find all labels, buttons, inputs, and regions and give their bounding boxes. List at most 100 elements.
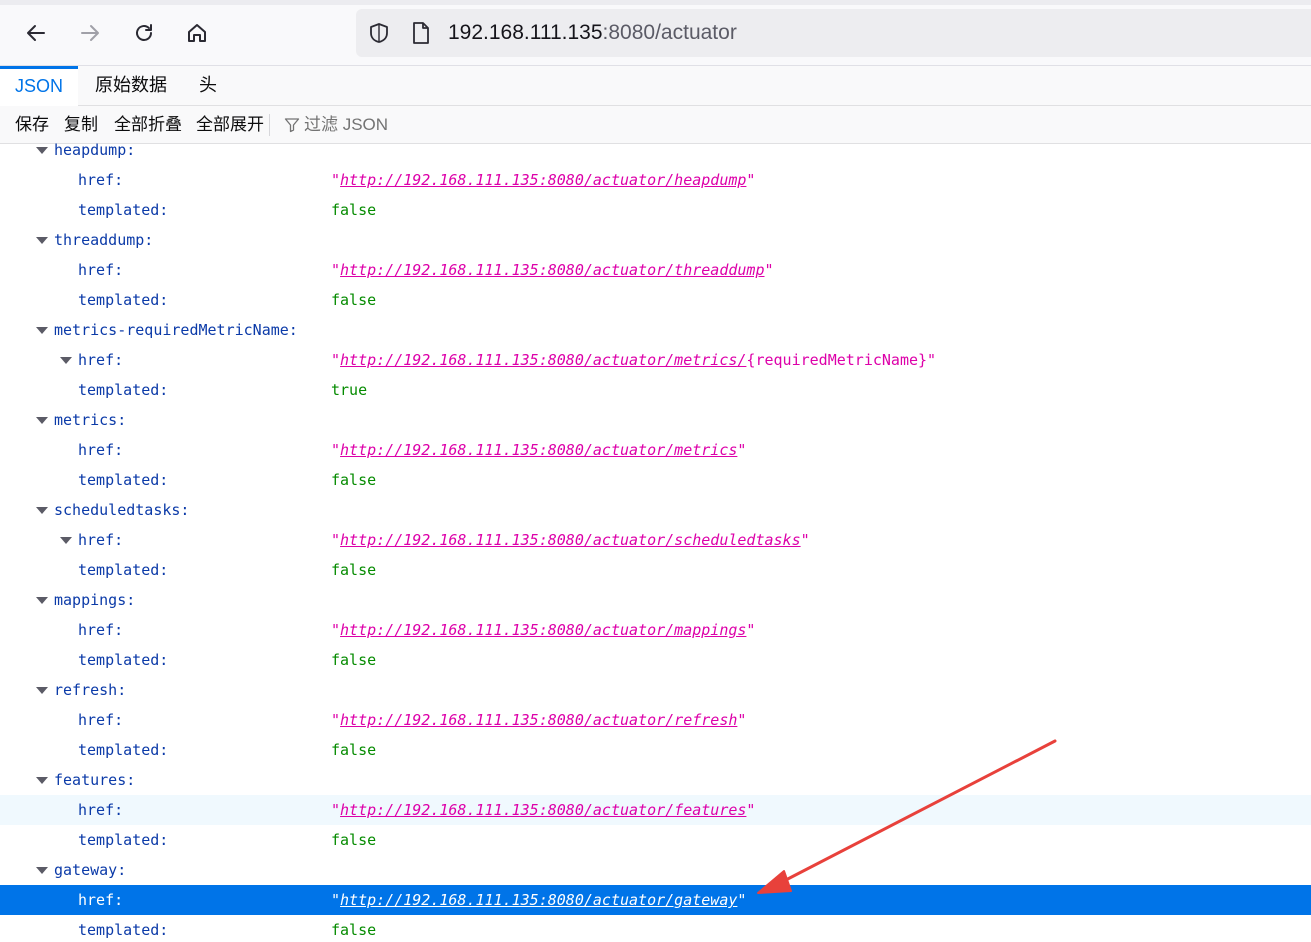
tree-row[interactable]: href: "http://192.168.111.135:8080/actuat… (0, 255, 1311, 285)
tree-key: href: (78, 171, 124, 189)
tree-key: templated: (78, 831, 169, 849)
string-tail: " (737, 711, 747, 729)
url-link[interactable]: http://192.168.111.135:8080/actuator/hea… (340, 171, 746, 189)
expand-toggle-icon[interactable] (33, 495, 49, 525)
tree-key: features: (54, 771, 136, 789)
tree-row[interactable]: href: "http://192.168.111.135:8080/actuat… (0, 795, 1311, 825)
tree-key: templated: (78, 471, 169, 489)
tree-row[interactable]: href: "http://192.168.111.135:8080/actuat… (0, 435, 1311, 465)
back-arrow-icon (27, 25, 45, 41)
shield-icon[interactable] (367, 21, 391, 45)
tree-row[interactable]: href: "http://192.168.111.135:8080/actuat… (0, 615, 1311, 645)
tree-node[interactable]: refresh: (0, 675, 1311, 705)
tree-key: templated: (78, 651, 169, 669)
url-link[interactable]: http://192.168.111.135:8080/actuator/gat… (340, 891, 737, 909)
quote-mark: " (331, 261, 341, 279)
expand-toggle-icon[interactable] (33, 855, 49, 885)
forward-arrow-icon (81, 25, 99, 41)
expand-toggle-icon[interactable] (33, 405, 49, 435)
tree-node[interactable]: threaddump: (0, 225, 1311, 255)
tree-row[interactable]: templated: false (0, 915, 1311, 942)
string-value: "http://192.168.111.135:8080/actuator/th… (331, 255, 774, 285)
back-button[interactable] (20, 17, 52, 49)
tree-node[interactable]: gateway: (0, 855, 1311, 885)
string-value: "http://192.168.111.135:8080/actuator/ma… (331, 615, 755, 645)
tree-key: templated: (78, 921, 169, 939)
boolean-value: false (331, 561, 377, 579)
url-path: :8080/actuator (602, 21, 737, 44)
expand-toggle-icon[interactable] (33, 675, 49, 705)
tree-key: templated: (78, 201, 169, 219)
tree-key: metrics: (54, 411, 127, 429)
tree-key: href: (78, 801, 124, 819)
quote-mark: " (331, 171, 341, 189)
expand-toggle-icon[interactable] (33, 765, 49, 795)
url-link[interactable]: http://192.168.111.135:8080/actuator/map… (340, 621, 746, 639)
tree-node[interactable]: mappings: (0, 585, 1311, 615)
expand-toggle-icon[interactable] (57, 525, 73, 555)
tree-node[interactable]: metrics: (0, 405, 1311, 435)
boolean-value: true (331, 381, 368, 399)
string-value: "http://192.168.111.135:8080/actuator/me… (331, 345, 936, 375)
tree-key: refresh: (54, 681, 127, 699)
expand-toggle-icon[interactable] (33, 585, 49, 615)
tree-row[interactable]: href: "http://192.168.111.135:8080/actuat… (0, 885, 1311, 915)
expand-toggle-icon[interactable] (33, 225, 49, 255)
reload-button[interactable] (128, 17, 160, 49)
url-link[interactable]: http://192.168.111.135:8080/actuator/met… (340, 441, 737, 459)
tree-node[interactable]: metrics-requiredMetricName: (0, 315, 1311, 345)
tree-key: metrics-requiredMetricName: (54, 321, 298, 339)
boolean-value: false (331, 921, 377, 939)
tree-node[interactable]: scheduledtasks: (0, 495, 1311, 525)
tree-row[interactable]: href: "http://192.168.111.135:8080/actuat… (0, 345, 1311, 375)
string-tail: " (746, 801, 756, 819)
tab-raw-data[interactable]: 原始数据 (80, 66, 182, 106)
tree-node[interactable]: heapdump: (0, 135, 1311, 165)
url-text[interactable]: 192.168.111.135:8080/actuator (448, 21, 737, 45)
url-link[interactable]: http://192.168.111.135:8080/actuator/met… (340, 351, 746, 369)
tree-node[interactable]: features: (0, 765, 1311, 795)
home-button[interactable] (181, 17, 213, 49)
tree-row[interactable]: templated: false (0, 735, 1311, 765)
expand-toggle-icon[interactable] (33, 135, 49, 165)
tree-row[interactable]: templated: false (0, 555, 1311, 585)
string-tail: " (737, 891, 747, 909)
url-link[interactable]: http://192.168.111.135:8080/actuator/ref… (340, 711, 737, 729)
tree-key: templated: (78, 291, 169, 309)
url-link[interactable]: http://192.168.111.135:8080/actuator/thr… (340, 261, 764, 279)
tree-key: templated: (78, 741, 169, 759)
forward-button[interactable] (74, 17, 106, 49)
quote-mark: " (331, 441, 341, 459)
tree-row[interactable]: templated: false (0, 195, 1311, 225)
tree-key: href: (78, 441, 124, 459)
tree-row[interactable]: templated: false (0, 825, 1311, 855)
tree-key: href: (78, 531, 124, 549)
url-link[interactable]: http://192.168.111.135:8080/actuator/sch… (340, 531, 801, 549)
tree-key: templated: (78, 381, 169, 399)
tree-key: href: (78, 351, 124, 369)
string-value: "http://192.168.111.135:8080/actuator/sc… (331, 525, 810, 555)
toolbar-divider (269, 114, 270, 136)
quote-mark: " (331, 621, 341, 639)
tree-key: threaddump: (54, 231, 154, 249)
tree-row[interactable]: templated: false (0, 285, 1311, 315)
string-value: "http://192.168.111.135:8080/actuator/ga… (331, 885, 746, 915)
tree-row[interactable]: templated: false (0, 645, 1311, 675)
expand-toggle-icon[interactable] (33, 315, 49, 345)
page-icon[interactable] (410, 21, 432, 45)
tab-headers[interactable]: 头 (184, 66, 232, 106)
tree-row[interactable]: templated: false (0, 465, 1311, 495)
tree-row[interactable]: href: "http://192.168.111.135:8080/actuat… (0, 705, 1311, 735)
tab-json[interactable]: JSON (0, 66, 79, 107)
boolean-value: false (331, 201, 377, 219)
tree-key: href: (78, 711, 124, 729)
tree-row[interactable]: templated: true (0, 375, 1311, 405)
tree-row[interactable]: href: "http://192.168.111.135:8080/actuat… (0, 165, 1311, 195)
expand-toggle-icon[interactable] (57, 345, 73, 375)
viewer-tabs: JSON 原始数据 头 (0, 66, 1311, 107)
boolean-value: false (331, 291, 377, 309)
tree-row[interactable]: href: "http://192.168.111.135:8080/actuat… (0, 525, 1311, 555)
url-link[interactable]: http://192.168.111.135:8080/actuator/fea… (340, 801, 746, 819)
address-bar[interactable]: 192.168.111.135:8080/actuator (356, 9, 1311, 57)
boolean-value: false (331, 831, 377, 849)
